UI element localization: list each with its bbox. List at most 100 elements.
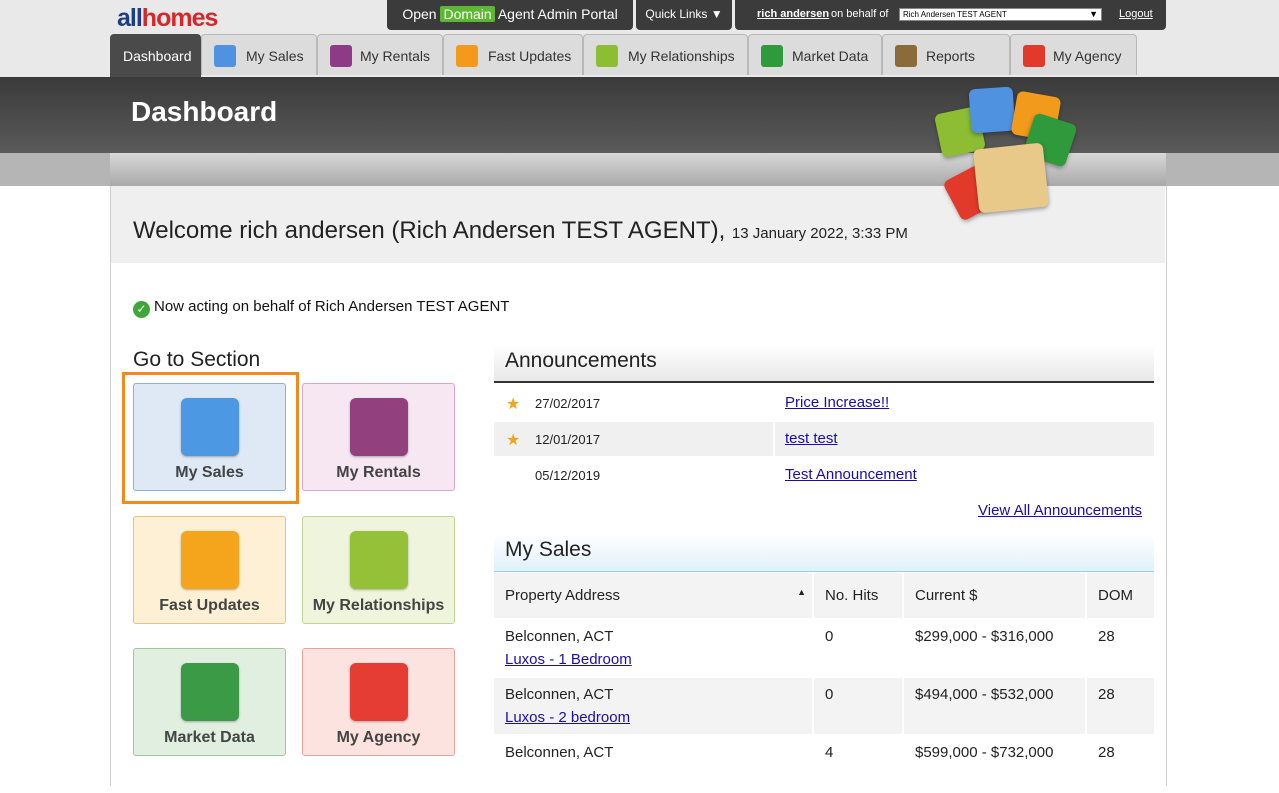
hits-cell: 0: [813, 618, 904, 677]
dom-cell: 28: [1086, 734, 1154, 793]
dom-cell: 28: [1086, 618, 1154, 677]
person-icon: [350, 663, 408, 721]
column-header-current-price[interactable]: Current $: [903, 573, 1087, 619]
tab-label: My Rentals: [360, 48, 431, 64]
user-bar: rich andersen on behalf of Rich Andersen…: [735, 0, 1166, 30]
announcement-date: 27/02/2017: [535, 396, 601, 411]
welcome-text: Welcome rich andersen (Rich Andersen TES…: [133, 217, 726, 244]
welcome-message: Welcome rich andersen (Rich Andersen TES…: [133, 217, 908, 245]
property-suburb: Belconnen, ACT: [505, 628, 614, 645]
sort-ascending-icon[interactable]: ▲: [797, 587, 806, 597]
announcement-date: 12/01/2017: [535, 432, 601, 447]
people-icon: [596, 45, 618, 67]
column-header-hits[interactable]: No. Hits: [813, 573, 904, 619]
my-sales-header: My Sales: [494, 534, 1154, 572]
tile-label: My Relationships: [312, 597, 445, 614]
building-icon: [330, 45, 352, 67]
tile-label: Market Data: [164, 729, 255, 746]
page-title: Dashboard: [131, 96, 278, 127]
check-circle-icon: ✓: [133, 301, 150, 318]
quick-links-button[interactable]: Quick Links ▼: [636, 0, 732, 30]
tile-label: My Sales: [175, 464, 244, 481]
arrow-up-icon: [456, 45, 478, 67]
my-sales-table: Property Address ▲ No. Hits Current $ DO…: [494, 573, 1154, 793]
tile-label: My Agency: [336, 729, 421, 746]
announcement-row: 05/12/2019 Test Announcement: [494, 458, 1154, 492]
tab-market-data[interactable]: Market Data: [748, 34, 882, 75]
tile-market-data[interactable]: Market Data: [133, 648, 286, 756]
column-header-property-address[interactable]: Property Address ▲: [494, 573, 814, 619]
arrow-up-icon: [181, 531, 239, 589]
portal-suffix: Agent Admin Portal: [497, 6, 618, 22]
property-suburb: Belconnen, ACT: [505, 744, 614, 761]
tile-label: Fast Updates: [159, 597, 260, 614]
agent-select[interactable]: Rich Andersen TEST AGENT ▼: [899, 8, 1102, 21]
welcome-date: 13 January 2022, 3:33 PM: [731, 225, 908, 242]
listing-link[interactable]: Luxos - 2 bedroom: [505, 709, 630, 726]
house-icon: [214, 45, 236, 67]
tab-label: Market Data: [792, 48, 869, 64]
tab-dashboard[interactable]: Dashboard: [110, 34, 201, 77]
house-icon: [968, 86, 1016, 134]
house-icon: [181, 398, 239, 456]
tab-my-relationships[interactable]: My Relationships: [583, 34, 748, 75]
tile-my-agency[interactable]: My Agency: [302, 648, 455, 756]
acting-text: Now acting on behalf of Rich Andersen TE…: [154, 298, 510, 315]
tab-reports[interactable]: Reports: [882, 34, 1010, 75]
column-divider: [773, 422, 775, 456]
person-icon: [1023, 45, 1045, 67]
price-cell: $494,000 - $532,000: [903, 676, 1087, 735]
table-row: Belconnen, ACT 4 $599,000 - $732,000 28: [494, 734, 1154, 793]
tile-my-relationships[interactable]: My Relationships: [302, 516, 455, 624]
announcement-link[interactable]: Test Announcement: [785, 466, 917, 483]
tile-my-rentals[interactable]: My Rentals: [302, 383, 455, 491]
property-address-cell: Belconnen, ACT Luxos - 1 Bedroom: [494, 618, 814, 677]
price-cell: $599,000 - $732,000: [903, 734, 1087, 793]
chevron-down-icon: ▼: [1089, 9, 1098, 19]
property-address-cell: Belconnen, ACT Luxos - 2 bedroom: [494, 676, 814, 735]
table-row: Belconnen, ACT Luxos - 1 Bedroom 0 $299,…: [494, 618, 1154, 677]
sections-collage-illustration: [930, 84, 1080, 264]
star-icon: ★: [506, 396, 521, 413]
property-address-cell: Belconnen, ACT: [494, 734, 814, 793]
building-icon: [350, 398, 408, 456]
column-divider: [773, 386, 775, 420]
tab-label: My Sales: [246, 48, 304, 64]
announcement-link[interactable]: Price Increase!!: [785, 394, 889, 411]
folder-icon: [972, 142, 1050, 214]
on-behalf-label: on behalf of: [831, 8, 889, 20]
people-icon: [350, 531, 408, 589]
tile-label: My Rentals: [336, 464, 421, 481]
hits-cell: 0: [813, 676, 904, 735]
listing-link[interactable]: Luxos - 1 Bedroom: [505, 651, 632, 668]
column-header-dom[interactable]: DOM: [1086, 573, 1154, 619]
tile-fast-updates[interactable]: Fast Updates: [133, 516, 286, 624]
tab-fast-updates[interactable]: Fast Updates: [443, 34, 583, 75]
tab-my-rentals[interactable]: My Rentals: [317, 34, 443, 75]
report-icon: [895, 45, 917, 67]
open-agent-admin-portal-button[interactable]: Open Domain Agent Admin Portal: [387, 0, 633, 30]
tab-my-sales[interactable]: My Sales: [201, 34, 317, 75]
table-row: Belconnen, ACT Luxos - 2 bedroom 0 $494,…: [494, 676, 1154, 735]
property-suburb: Belconnen, ACT: [505, 686, 614, 703]
tab-my-agency[interactable]: My Agency: [1010, 34, 1137, 75]
allhomes-logo[interactable]: allhomes: [117, 4, 218, 33]
user-name-link[interactable]: rich andersen: [757, 0, 829, 29]
tile-my-sales[interactable]: My Sales: [133, 383, 286, 491]
domain-brand: Domain: [440, 6, 495, 22]
tab-label: Reports: [926, 48, 976, 64]
column-divider: [773, 458, 775, 492]
portal-prefix: Open: [402, 6, 437, 22]
tab-label: My Agency: [1053, 48, 1122, 64]
dom-cell: 28: [1086, 676, 1154, 735]
agent-select-value: Rich Andersen TEST AGENT: [903, 10, 1007, 19]
announcement-link[interactable]: test test: [785, 430, 838, 447]
announcement-row: ★ 12/01/2017 test test: [494, 422, 1154, 456]
announcements-header: Announcements: [494, 345, 1154, 383]
tab-label: Fast Updates: [488, 48, 572, 64]
acting-notice: ✓ Now acting on behalf of Rich Andersen T…: [133, 298, 509, 318]
announcement-row: ★ 27/02/2017 Price Increase!!: [494, 386, 1154, 420]
logout-link[interactable]: Logout: [1119, 0, 1153, 29]
view-all-announcements-link[interactable]: View All Announcements: [978, 502, 1142, 519]
go-to-section-title: Go to Section: [133, 348, 261, 371]
